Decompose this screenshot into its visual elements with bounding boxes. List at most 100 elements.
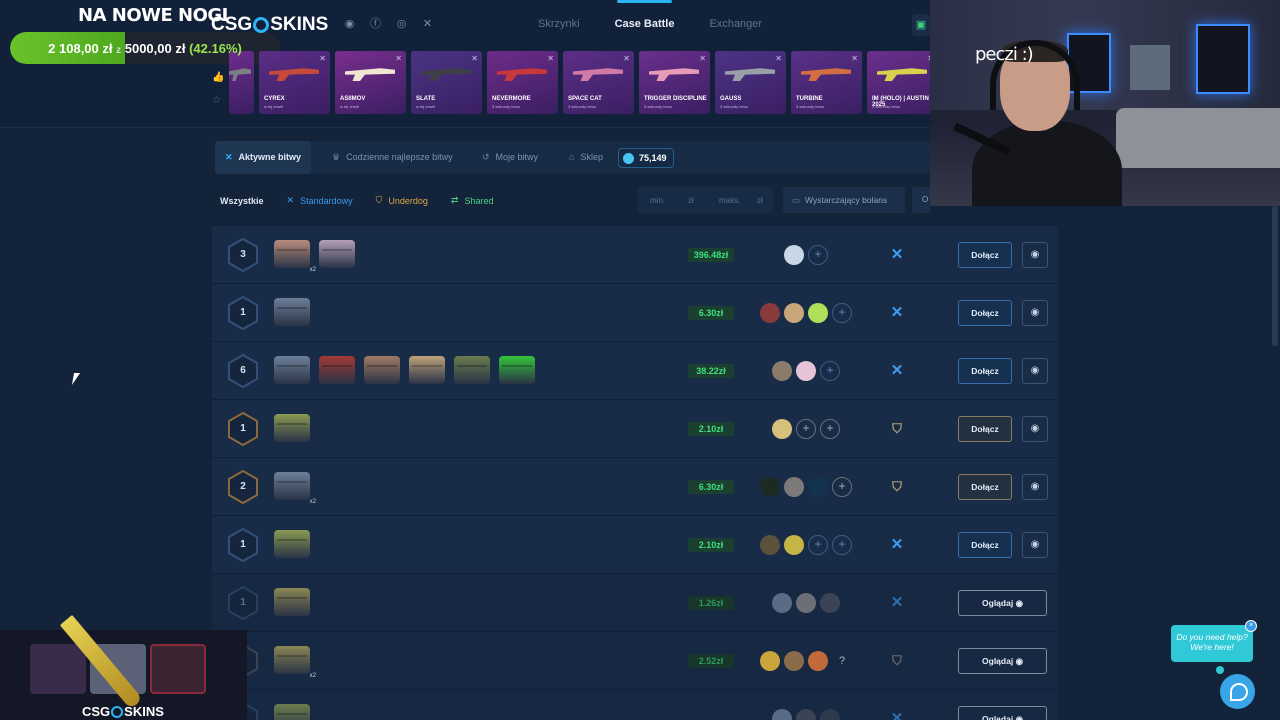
join-button[interactable]: Dołącz: [958, 474, 1012, 500]
watch-button[interactable]: Oglądaj ◉: [958, 706, 1047, 720]
rounds-badge: 6: [226, 354, 260, 388]
drop-card[interactable]: ✕ SPACE CAT 3 sekundy temu: [563, 51, 634, 114]
join-slot-plus-icon[interactable]: +: [808, 535, 828, 555]
weapon-icon: [497, 68, 547, 81]
page-scrollbar[interactable]: [1272, 206, 1278, 346]
site-logo[interactable]: CSG SKINS: [211, 14, 328, 36]
drop-card[interactable]: ✕ ASIIMOV w tej chwili: [335, 51, 406, 114]
join-button[interactable]: Dołącz: [958, 300, 1012, 326]
avatar[interactable]: [808, 303, 828, 323]
min-price-input[interactable]: min.: [650, 196, 665, 205]
avatar[interactable]: [820, 709, 840, 720]
battle-players: +: [756, 303, 856, 323]
battle-price: 396.48zł: [688, 248, 734, 262]
watch-button[interactable]: Oglądaj ◉: [958, 648, 1047, 674]
join-button[interactable]: Dołącz: [958, 242, 1012, 268]
filter-underdog[interactable]: ⛉ Underdog: [376, 195, 428, 206]
eye-icon[interactable]: ◉: [1022, 358, 1048, 384]
watch-button[interactable]: Oglądaj ◉: [958, 590, 1047, 616]
battle-cases: [274, 704, 310, 720]
drop-card[interactable]: ✕ TURBINE 3 sekundy temu: [791, 51, 862, 114]
avatar[interactable]: [784, 477, 804, 497]
thumbs-up-icon[interactable]: 👍: [212, 72, 224, 83]
tab-shop[interactable]: ⌂ Sklep: [559, 141, 613, 174]
filter-all[interactable]: Wszystkie: [220, 196, 264, 206]
facebook-icon[interactable]: ⓕ: [369, 18, 382, 31]
avatar[interactable]: [760, 651, 780, 671]
case-icon: [454, 356, 490, 384]
avatar[interactable]: [772, 419, 792, 439]
avatar[interactable]: [796, 361, 816, 381]
drop-card[interactable]: ✕ SLATE w tej chwili: [411, 51, 482, 114]
discord-icon[interactable]: ◉: [343, 18, 356, 31]
drop-card[interactable]: [229, 51, 254, 114]
battle-row: 1 1.26zł ✕ Oglądaj ◉: [212, 574, 1058, 632]
avatar[interactable]: [784, 651, 804, 671]
sort-button[interactable]: O: [912, 187, 930, 213]
avatar[interactable]: [760, 535, 780, 555]
battle-price: 1.26zł: [688, 596, 734, 610]
avatar[interactable]: [760, 303, 780, 323]
battle-players: [756, 709, 856, 720]
drop-card[interactable]: ✕ TRIGGER DISCIPLINE 3 sekundy temu: [639, 51, 710, 114]
close-icon[interactable]: ×: [1245, 620, 1257, 632]
eye-icon[interactable]: ◉: [1022, 300, 1048, 326]
x-icon[interactable]: ✕: [421, 18, 434, 31]
sufficient-balance-toggle[interactable]: ▭ Wystarczający bolans: [783, 187, 905, 213]
chat-launcher-icon[interactable]: [1220, 674, 1255, 709]
nav-case-battle[interactable]: Case Battle: [615, 0, 674, 30]
coin-balance[interactable]: 75,149: [618, 148, 674, 168]
join-slot-plus-icon[interactable]: +: [832, 477, 852, 497]
nav-exchanger[interactable]: Exchanger: [709, 18, 762, 30]
avatar[interactable]: [784, 245, 804, 265]
join-slot-plus-icon[interactable]: +: [796, 419, 816, 439]
rounds-badge: 3: [226, 238, 260, 272]
avatar[interactable]: [760, 477, 780, 497]
eye-icon[interactable]: ◉: [1022, 242, 1048, 268]
tab-my-battles[interactable]: ↺ Moje bitwy: [472, 141, 548, 174]
join-slot-plus-icon[interactable]: +: [832, 303, 852, 323]
drop-card[interactable]: ✕ GAUSS 3 sekundy temu: [715, 51, 786, 114]
avatar[interactable]: [784, 303, 804, 323]
eye-icon[interactable]: ◉: [1022, 416, 1048, 442]
avatar[interactable]: [820, 593, 840, 613]
avatar[interactable]: [784, 535, 804, 555]
wallet-icon[interactable]: ▣: [912, 14, 930, 36]
drop-card[interactable]: ✕IM (HOLO) | AUSTIN 20253 sekundy temu: [867, 51, 938, 114]
case-icon: [274, 298, 310, 326]
eye-icon: ◉: [1013, 714, 1023, 720]
eye-icon[interactable]: ◉: [1022, 474, 1048, 500]
star-icon[interactable]: ☆: [212, 95, 224, 106]
join-button[interactable]: Dołącz: [958, 358, 1012, 384]
avatar[interactable]: [808, 477, 828, 497]
tab-active-battles[interactable]: ✕ Aktywne bitwy: [215, 141, 312, 174]
join-button[interactable]: Dołącz: [958, 532, 1012, 558]
instagram-icon[interactable]: ◎: [395, 18, 408, 31]
help-bubble[interactable]: Do you need help? We're here! ×: [1171, 620, 1257, 674]
join-slot-plus-icon[interactable]: +: [808, 245, 828, 265]
join-button[interactable]: Dołącz: [958, 416, 1012, 442]
join-slot-plus-icon[interactable]: +: [832, 535, 852, 555]
filter-shared[interactable]: ⇄ Shared: [451, 195, 494, 206]
battle-players: +: [756, 245, 856, 265]
goal-percent: (42.16%): [189, 40, 242, 56]
filter-standard[interactable]: ✕ Standardowy: [287, 195, 353, 206]
join-slot-plus-icon[interactable]: +: [820, 361, 840, 381]
avatar[interactable]: [772, 361, 792, 381]
join-slot-plus-icon[interactable]: +: [820, 419, 840, 439]
avatar[interactable]: [808, 651, 828, 671]
avatar[interactable]: [772, 593, 792, 613]
eye-icon[interactable]: ◉: [1022, 532, 1048, 558]
avatar[interactable]: [796, 593, 816, 613]
avatar[interactable]: [772, 709, 792, 720]
avatar[interactable]: [796, 709, 816, 720]
drop-card[interactable]: ✕ NEVERMORE 3 sekundy temu: [487, 51, 558, 114]
swords-icon: ✕: [890, 246, 904, 263]
case-icon: [274, 704, 310, 720]
tab-mine-label: Moje bitwy: [495, 152, 539, 162]
swords-icon: ✕: [395, 54, 402, 63]
nav-cases[interactable]: Skrzynki: [538, 18, 580, 30]
drop-card[interactable]: ✕ CYREX w tej chwili: [259, 51, 330, 114]
max-price-input[interactable]: maks.: [719, 196, 740, 205]
tab-daily-best[interactable]: ♛ Codzienne najlepsze bitwy: [322, 141, 463, 174]
